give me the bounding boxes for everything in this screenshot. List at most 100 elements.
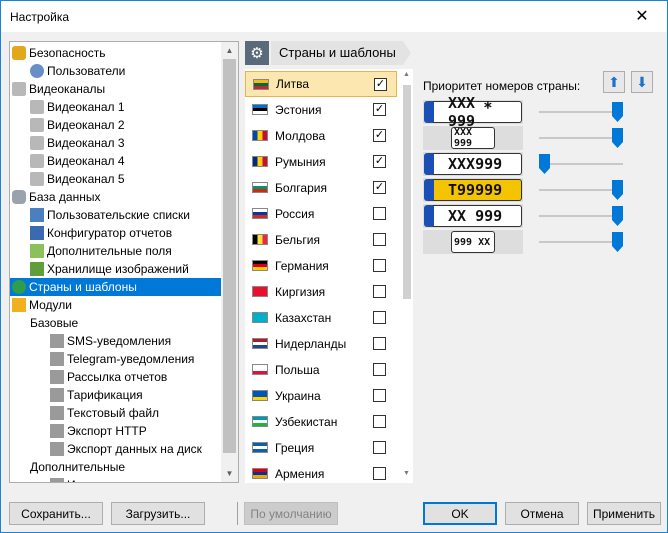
tree-item[interactable]: Экспорт HTTP xyxy=(10,422,222,440)
priority-slider-track[interactable] xyxy=(539,189,623,191)
priority-label: Приоритет номеров страны: xyxy=(423,79,581,93)
tree-item[interactable]: SMS-уведомления xyxy=(10,332,222,350)
tree-item[interactable]: Страны и шаблоны xyxy=(10,278,222,296)
country-checkbox[interactable]: ✓ xyxy=(374,78,387,91)
priority-slider-thumb[interactable] xyxy=(612,128,623,148)
priority-slider-thumb[interactable] xyxy=(612,102,623,122)
priority-slider-track[interactable] xyxy=(539,163,623,165)
tree-item[interactable]: Хранилище изображений xyxy=(10,260,222,278)
tree-scroll-thumb[interactable] xyxy=(223,59,236,453)
scroll-down-icon[interactable]: ▼ xyxy=(221,465,238,482)
country-row[interactable]: Украина xyxy=(245,383,397,409)
country-scrollbar[interactable]: ▲ ▼ xyxy=(400,69,413,483)
tree-item[interactable]: Модули xyxy=(10,296,222,314)
plate-template[interactable]: XXX999 xyxy=(424,153,522,175)
country-checkbox[interactable] xyxy=(373,207,386,220)
country-row[interactable]: Армения xyxy=(245,461,397,483)
priority-slider-track[interactable] xyxy=(539,137,623,139)
country-row[interactable]: Казахстан xyxy=(245,305,397,331)
country-row[interactable]: Польша xyxy=(245,357,397,383)
tree-item[interactable]: Пользователи xyxy=(10,62,222,80)
plate-template[interactable]: T99999 xyxy=(424,179,522,201)
arrow-down-icon[interactable]: ⬇ xyxy=(631,71,653,93)
settings-window: Настройка ✕ Безопасность Пользователи Виде… xyxy=(0,0,668,533)
load-button[interactable]: Загрузить... xyxy=(111,502,205,525)
save-button[interactable]: Сохранить... xyxy=(9,502,103,525)
country-checkbox[interactable]: ✓ xyxy=(373,103,386,116)
country-checkbox[interactable] xyxy=(373,467,386,480)
country-checkbox[interactable]: ✓ xyxy=(373,181,386,194)
tree-scrollbar[interactable]: ▲ ▼ xyxy=(221,42,238,482)
tree-item[interactable]: Рассылка отчетов xyxy=(10,368,222,386)
country-row[interactable]: Германия xyxy=(245,253,397,279)
country-checkbox[interactable] xyxy=(373,389,386,402)
country-checkbox[interactable] xyxy=(373,233,386,246)
plate-template[interactable]: XXX ⁎ 999 xyxy=(424,94,522,130)
flag-icon xyxy=(252,390,268,401)
country-checkbox[interactable] xyxy=(373,441,386,454)
country-row[interactable]: Бельгия xyxy=(245,227,397,253)
priority-slider-thumb[interactable] xyxy=(612,180,623,200)
country-row[interactable]: Литва ✓ xyxy=(245,71,397,97)
country-row[interactable]: Греция xyxy=(245,435,397,461)
country-row[interactable]: Нидерланды xyxy=(245,331,397,357)
priority-slider-thumb[interactable] xyxy=(612,206,623,226)
tree-item[interactable]: Дополнительные xyxy=(10,458,222,476)
apply-button[interactable]: Применить xyxy=(587,502,661,525)
tree-item[interactable]: Пользовательские списки xyxy=(10,206,222,224)
arrow-up-icon[interactable]: ⬆ xyxy=(603,71,625,93)
scroll-up-icon[interactable]: ▲ xyxy=(221,42,238,59)
close-icon[interactable]: ✕ xyxy=(621,1,663,31)
tree-item[interactable]: Дополнительные поля xyxy=(10,242,222,260)
tree-item-label: Видеоканал 1 xyxy=(47,100,125,114)
tree-item[interactable]: Видеоканал 3 xyxy=(10,134,222,152)
country-checkbox[interactable]: ✓ xyxy=(373,155,386,168)
country-checkbox[interactable] xyxy=(373,337,386,350)
plate-template[interactable]: 999 XX xyxy=(451,231,495,253)
tree-item-label: Хранилище изображений xyxy=(47,262,189,276)
tree-item-label: Видеоканалы xyxy=(29,82,106,96)
tree-item[interactable]: Экспорт данных на диск xyxy=(10,440,222,458)
plate-template[interactable]: XXX 999 xyxy=(451,127,495,149)
priority-slider-track[interactable] xyxy=(539,111,623,113)
country-checkbox[interactable] xyxy=(373,363,386,376)
country-checkbox[interactable] xyxy=(373,415,386,428)
tree-item[interactable]: Видеоканал 2 xyxy=(10,116,222,134)
cancel-button[interactable]: Отмена xyxy=(505,502,579,525)
tree-item[interactable]: Конфигуратор отчетов xyxy=(10,224,222,242)
country-row[interactable]: Киргизия xyxy=(245,279,397,305)
tree-item[interactable]: Безопасность xyxy=(10,44,222,62)
country-row[interactable]: Эстония ✓ xyxy=(245,97,397,123)
country-checkbox[interactable] xyxy=(373,259,386,272)
priority-slider-track[interactable] xyxy=(539,215,623,217)
tree-item[interactable]: Тарификация xyxy=(10,386,222,404)
country-checkbox[interactable] xyxy=(373,285,386,298)
tree-item[interactable]: База данных xyxy=(10,188,222,206)
country-row[interactable]: Болгария ✓ xyxy=(245,175,397,201)
tree-item[interactable]: Базовые xyxy=(10,314,222,332)
scroll-down-icon[interactable]: ▼ xyxy=(401,470,412,481)
tree-item[interactable]: Текстовый файл xyxy=(10,404,222,422)
country-checkbox[interactable]: ✓ xyxy=(373,129,386,142)
country-row[interactable]: Молдова ✓ xyxy=(245,123,397,149)
tree-item[interactable]: Измерение скорости xyxy=(10,476,222,482)
priority-slider-thumb[interactable] xyxy=(539,154,550,174)
tree-item[interactable]: Видеоканал 4 xyxy=(10,152,222,170)
priority-slider-track[interactable] xyxy=(539,241,623,243)
defaults-button[interactable]: По умолчанию xyxy=(244,502,338,525)
tree-item[interactable]: Видеоканалы xyxy=(10,80,222,98)
scroll-up-icon[interactable]: ▲ xyxy=(401,71,412,82)
tree-item[interactable]: Видеоканал 5 xyxy=(10,170,222,188)
tree-item[interactable]: Видеоканал 1 xyxy=(10,98,222,116)
country-checkbox[interactable] xyxy=(373,311,386,324)
country-row[interactable]: Румыния ✓ xyxy=(245,149,397,175)
priority-slider-thumb[interactable] xyxy=(612,232,623,252)
country-name: Россия xyxy=(275,207,315,221)
tree-item[interactable]: Telegram-уведомления xyxy=(10,350,222,368)
country-row[interactable]: Россия xyxy=(245,201,397,227)
country-row[interactable]: Узбекистан xyxy=(245,409,397,435)
puzzle-icon xyxy=(12,298,26,312)
ok-button[interactable]: OK xyxy=(423,502,497,525)
plate-template[interactable]: XX 999 xyxy=(424,205,522,227)
country-scroll-thumb[interactable] xyxy=(403,85,411,299)
